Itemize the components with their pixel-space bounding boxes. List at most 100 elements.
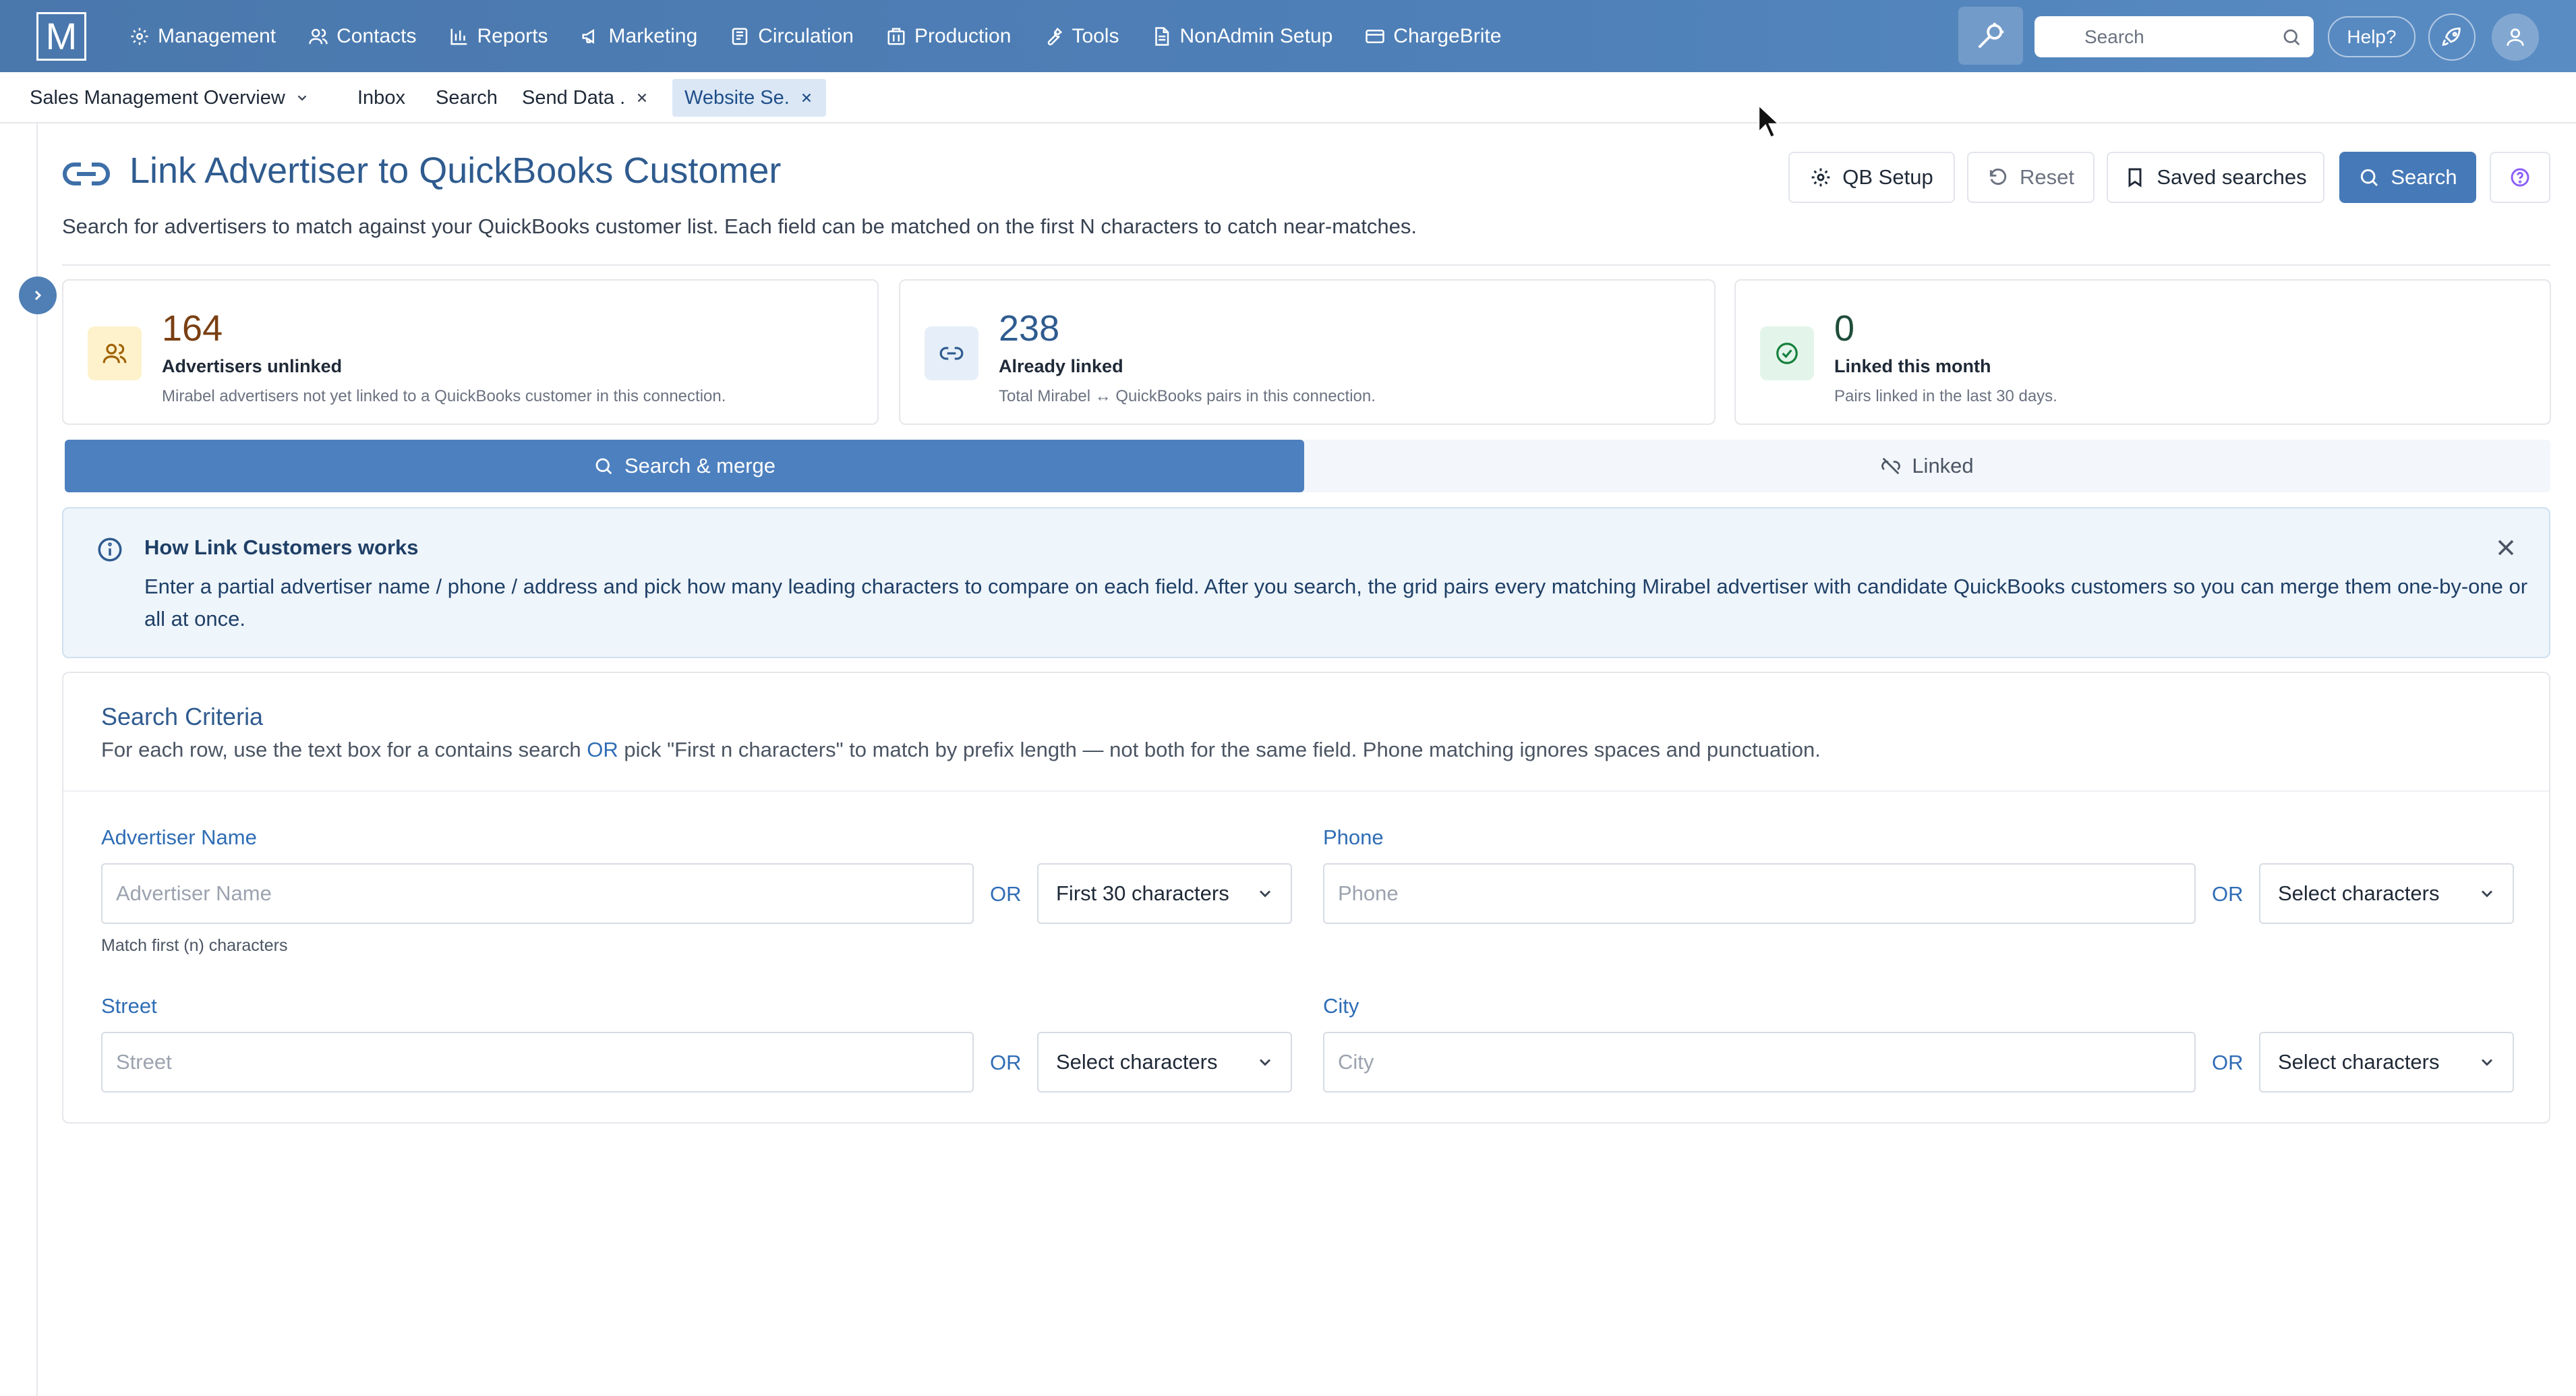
phone-input[interactable] [1338,881,2181,906]
select-value: Select characters [2278,881,2440,905]
nav-tools-label: Tools [1072,24,1119,47]
announcements-button[interactable] [2428,13,2476,61]
info-close-button[interactable] [2492,534,2519,564]
page-subtitle: Search for advertisers to match against … [62,214,1417,238]
city-char-select[interactable]: Select characters [2259,1032,2514,1093]
phone-label: Phone [1323,825,1384,849]
close-icon[interactable] [635,90,649,105]
tab-label: Sales Management Overview [30,86,285,109]
stat-icon-box [925,326,978,380]
chevron-down-icon [2482,890,2492,898]
building-icon [887,28,905,45]
user-icon [2507,28,2524,46]
tab-sales-management-overview[interactable]: Sales Management Overview [27,79,312,117]
criteria-description: For each row, use the text box for a con… [101,738,1821,762]
nav-chargebrite-label: ChargeBrite [1393,24,1502,47]
tab-label: Inbox [357,86,405,109]
sidebar-expand-button[interactable] [19,277,57,314]
street-input[interactable] [116,1050,959,1074]
nav-reports[interactable]: Reports [449,25,548,48]
search-icon [2283,29,2300,45]
nav-production[interactable]: Production [886,25,1011,48]
or-label: OR [2212,882,2244,906]
app-logo[interactable]: M [36,12,86,61]
tab-linked[interactable]: Linked [1304,440,2550,492]
street-char-select[interactable]: Select characters [1037,1032,1292,1093]
tab-website-se[interactable]: Website Se. [672,79,826,117]
nav-circulation[interactable]: Circulation [730,25,854,48]
stat-card-linked-this-month: 0 Linked this month Pairs linked in the … [1734,279,2551,425]
link-icon [62,154,111,194]
wrench-icon [1048,27,1063,45]
chevron-down-icon[interactable] [295,90,310,105]
close-icon[interactable] [799,90,814,105]
stat-label: Linked this month [1834,356,1991,376]
megaphone-icon [582,28,594,44]
qb-setup-button[interactable]: QB Setup [1788,152,1955,203]
stat-label: Advertisers unlinked [162,356,343,376]
document-icon [1155,26,1169,46]
search-button[interactable]: Search [2339,152,2476,203]
saved-searches-label: Saved searches [2157,165,2307,189]
select-value: Select characters [1056,1050,1218,1074]
tab-search[interactable]: Search [433,79,500,117]
help-button[interactable]: Help? [2328,16,2416,57]
tab-send-data[interactable]: Send Data . [519,79,652,117]
criteria-desc-part: For each row, use the text box for a con… [101,738,587,761]
criteria-title: Search Criteria [101,703,264,730]
global-search-box[interactable] [2035,16,2314,57]
stat-card-unlinked: 164 Advertisers unlinked Mirabel adverti… [62,279,879,425]
link-icon [939,347,964,360]
quick-pin-button[interactable] [1958,7,2023,65]
pin-icon [1978,22,2004,49]
city-input[interactable] [1338,1050,2181,1074]
header-divider [62,264,2550,266]
criteria-desc-or: OR [587,738,618,761]
newspaper-icon [732,28,748,45]
advertiser-name-input[interactable] [116,881,959,906]
nav-contacts-label: Contacts [336,24,417,47]
view-toggle: Search & merge Linked [65,440,2550,492]
advertiser-name-field[interactable] [101,863,974,924]
nav-tools[interactable]: Tools [1043,25,1119,48]
nav-circulation-label: Circulation [758,24,854,47]
stat-value: 0 [1834,308,1855,349]
nav-nonadmin-setup[interactable]: NonAdmin Setup [1151,25,1333,48]
tab-search-merge[interactable]: Search & merge [65,440,1304,492]
reset-button[interactable]: Reset [1967,152,2095,203]
top-nav-bar: M Management Contacts Reports Marketing … [0,0,2576,72]
street-label: Street [101,994,157,1018]
nav-chargebrite[interactable]: ChargeBrite [1365,25,1501,48]
nav-marketing[interactable]: Marketing [581,24,698,48]
qb-setup-label: QB Setup [1842,165,1933,189]
nav-reports-label: Reports [477,24,548,47]
search-button-label: Search [2391,165,2457,189]
criteria-desc-part: pick "First n characters" to match by pr… [618,738,1821,761]
tab-inbox[interactable]: Inbox [355,79,408,117]
bookmark-icon [2128,168,2142,187]
stat-value: 164 [162,308,223,349]
logo-letter: M [45,15,78,57]
street-field[interactable] [101,1032,974,1093]
unlink-icon [1881,457,1901,475]
city-field[interactable] [1323,1032,2196,1093]
contacts-icon [309,28,328,44]
page-help-button[interactable] [2490,152,2550,203]
user-menu-button[interactable] [2492,13,2539,61]
phone-field[interactable] [1323,863,2196,924]
nav-management[interactable]: Management [129,25,276,48]
chevron-right-icon [34,290,42,301]
saved-searches-button[interactable]: Saved searches [2107,152,2324,203]
select-value: First 30 characters [1056,881,1229,905]
chevron-down-icon [1260,1059,1270,1066]
reset-label: Reset [2020,165,2074,189]
mouse-cursor-icon [1757,104,1782,139]
nav-marketing-label: Marketing [608,24,698,47]
nav-management-label: Management [158,24,276,47]
advertiser-name-char-select[interactable]: First 30 characters [1037,863,1292,924]
nav-contacts[interactable]: Contacts [308,24,417,48]
info-banner: How Link Customers works Enter a partial… [62,507,2550,658]
phone-char-select[interactable]: Select characters [2259,863,2514,924]
users-icon [103,343,127,363]
global-search-input[interactable] [2084,26,2281,48]
